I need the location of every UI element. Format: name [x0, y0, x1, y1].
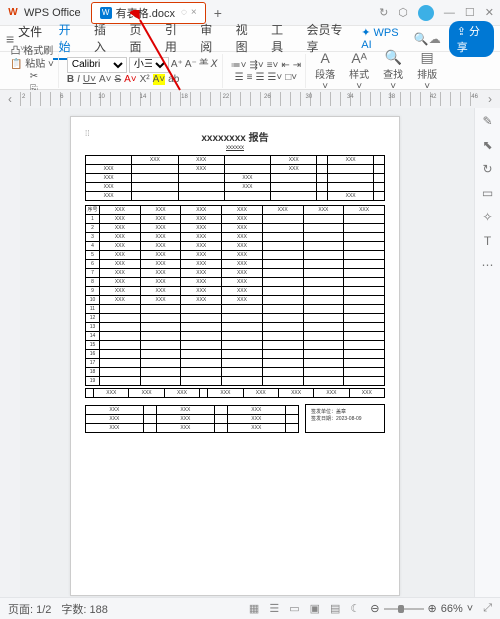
window-controls: ↻ ⬡ — ☐ ✕ — [379, 5, 494, 21]
share-button[interactable]: ⇪ 分享 — [449, 21, 494, 57]
zoom-out-icon[interactable]: ⊖ — [370, 602, 379, 615]
bullets-icon[interactable]: ≔˅ — [231, 60, 247, 71]
signature-block: 签发单位：盖章 签发日期：2023-08-09 — [305, 404, 385, 433]
zoom-value[interactable]: 66% — [441, 603, 463, 615]
footer-table[interactable]: XXXXXXXXXXXXXXXXXXXXXXXX — [85, 388, 385, 398]
window-maximize[interactable]: ☐ — [465, 6, 475, 19]
italic-icon[interactable]: I — [77, 74, 80, 85]
header-table[interactable]: XXXXXXXXXXXXXXXXXXXXXXXXXXXXXXXXXXXXXXX — [85, 155, 385, 201]
view-outline-icon[interactable]: ▤ — [330, 602, 340, 615]
outdent-icon[interactable]: ⇤ — [281, 60, 289, 71]
zoom-in-icon[interactable]: ⊕ — [428, 602, 437, 615]
view-page-icon[interactable]: ▣ — [310, 602, 320, 615]
document-page[interactable]: ⁞⁞ xxxxxxxx 报告 xxxxxx XXXXXXXXXXXXXXXXXX… — [70, 116, 400, 596]
doc-type-icon: W — [100, 7, 112, 19]
doc-title: xxxxxxxx 报告 — [85, 129, 385, 144]
align-center-icon[interactable]: ≡ — [247, 72, 253, 83]
canvas[interactable]: ⁞⁞ xxxxxxxx 报告 xxxxxx XXXXXXXXXXXXXXXXXX… — [20, 108, 474, 597]
tab-comment-icon[interactable]: ◌ — [181, 7, 187, 18]
shading-icon[interactable]: □˅ — [285, 72, 297, 83]
hamburger-icon[interactable]: ≡ — [6, 31, 14, 47]
document-name: 有表格.docx — [116, 5, 175, 21]
status-page[interactable]: 页面: 1/2 — [8, 601, 51, 617]
cloud-icon[interactable]: ☁ — [429, 32, 441, 46]
format-brush-button[interactable]: 凸 格式刷 — [11, 46, 54, 58]
ribbon-toolbar: 凸 格式刷 📋 粘贴 ˅ ✂ ⎘ Calibri 小三 A⁺ A⁻ ⺷ 𝘟 B … — [0, 52, 500, 90]
main-table[interactable]: 序号XXXXXXXXXXXXXXXXXXXXX1XXXXXXXXXXXX2XXX… — [85, 205, 385, 386]
dots-icon[interactable]: ⋯ — [482, 258, 494, 272]
font-name-select[interactable]: Calibri — [67, 57, 127, 73]
ruler-nav-next[interactable]: › — [480, 92, 500, 106]
doc-subtitle: xxxxxx — [85, 145, 385, 151]
view-grid-icon[interactable]: ▦ — [249, 602, 259, 615]
pencil-icon[interactable]: ✎ — [482, 114, 492, 128]
paste-button[interactable]: 📋 粘贴 ˅ — [10, 59, 54, 71]
line-spacing-icon[interactable]: ☰˅ — [267, 72, 282, 83]
loop-icon[interactable]: ↻ — [482, 162, 492, 176]
view-web-icon[interactable]: ☰ — [269, 602, 279, 615]
ruler-scale[interactable]: 2610141822263034384246 — [20, 92, 480, 106]
document-tab[interactable]: W 有表格.docx ◌ × — [91, 2, 206, 24]
zoom-control[interactable]: ⊖ ⊕ 66%˅ — [370, 602, 473, 615]
night-mode-icon[interactable]: ☾ — [350, 602, 360, 615]
align-right-icon[interactable]: ☰ — [255, 72, 264, 83]
pointer-icon[interactable]: ⬉ — [482, 138, 492, 152]
tab-close-icon[interactable]: × — [191, 7, 197, 18]
indent-icon[interactable]: ⇥ — [293, 60, 301, 71]
workspace: ⁞⁞ xxxxxxxx 报告 xxxxxx XXXXXXXXXXXXXXXXXX… — [0, 108, 500, 597]
grow-font-icon[interactable]: A⁺ — [171, 59, 183, 71]
expand-icon[interactable]: ⤢ — [483, 602, 492, 615]
strike-icon[interactable]: A˅ — [99, 74, 112, 85]
shrink-font-icon[interactable]: A⁻ — [185, 59, 197, 71]
find-button[interactable]: 🔍查找˅ — [378, 49, 408, 92]
cut-icon[interactable]: ✂ — [30, 71, 38, 83]
bold-icon[interactable]: B — [67, 74, 74, 85]
paragraph-button[interactable]: A段落˅ — [310, 50, 340, 92]
align-icon[interactable]: ≡˅ — [267, 60, 279, 71]
star-icon[interactable]: ✧ — [482, 210, 492, 224]
horizontal-ruler: ‹ 2610141822263034384246 › — [0, 90, 500, 108]
move-handle-icon[interactable]: ⁞⁞ — [85, 129, 89, 138]
user-avatar[interactable] — [418, 5, 434, 21]
signature-table[interactable]: XXXXXXXXXXXXXXXXXXXXXXXXXXX — [85, 405, 299, 433]
ruler-nav-prev[interactable]: ‹ — [0, 92, 20, 106]
tee-icon[interactable]: T — [484, 234, 491, 248]
cube-icon[interactable]: ⬡ — [398, 6, 408, 19]
status-words[interactable]: 字数: 188 — [61, 601, 107, 617]
phonetic-icon[interactable]: 𝘟 — [211, 59, 218, 71]
window-minimize[interactable]: — — [444, 7, 455, 19]
highlight-icon[interactable]: A˅ — [153, 74, 166, 85]
styles-button[interactable]: Aᴬ样式˅ — [344, 50, 374, 92]
align-left-icon[interactable]: ☰ — [235, 72, 244, 83]
underline-icon[interactable]: U˅ — [83, 74, 96, 85]
window-close[interactable]: ✕ — [485, 6, 494, 19]
font-size-select[interactable]: 小三 — [129, 57, 169, 73]
font-color-icon[interactable]: A˅ — [124, 74, 137, 85]
strike2-icon[interactable]: S — [114, 74, 121, 85]
page-icon[interactable]: ▭ — [482, 186, 493, 200]
char-border-icon[interactable]: ab — [168, 74, 179, 85]
vertical-ruler[interactable] — [0, 108, 20, 597]
clear-format-icon[interactable]: ⺷ — [199, 59, 209, 71]
right-sidebar: ✎ ⬉ ↻ ▭ ✧ T ⋯ — [474, 108, 500, 597]
superscript-icon[interactable]: X² — [140, 74, 150, 85]
sync-icon[interactable]: ↻ — [379, 6, 388, 19]
search-icon[interactable]: 🔍 — [414, 32, 429, 46]
status-bar: 页面: 1/2 字数: 188 ▦ ☰ ▭ ▣ ▤ ☾ ⊖ ⊕ 66%˅ ⤢ — [0, 597, 500, 619]
numbering-icon[interactable]: ⇶˅ — [249, 60, 263, 71]
view-read-icon[interactable]: ▭ — [289, 602, 299, 615]
app-logo-icon: W — [6, 6, 20, 20]
wps-ai-button[interactable]: ✦ WPS AI — [361, 26, 408, 51]
layout-button[interactable]: ▤排版˅ — [412, 49, 442, 92]
